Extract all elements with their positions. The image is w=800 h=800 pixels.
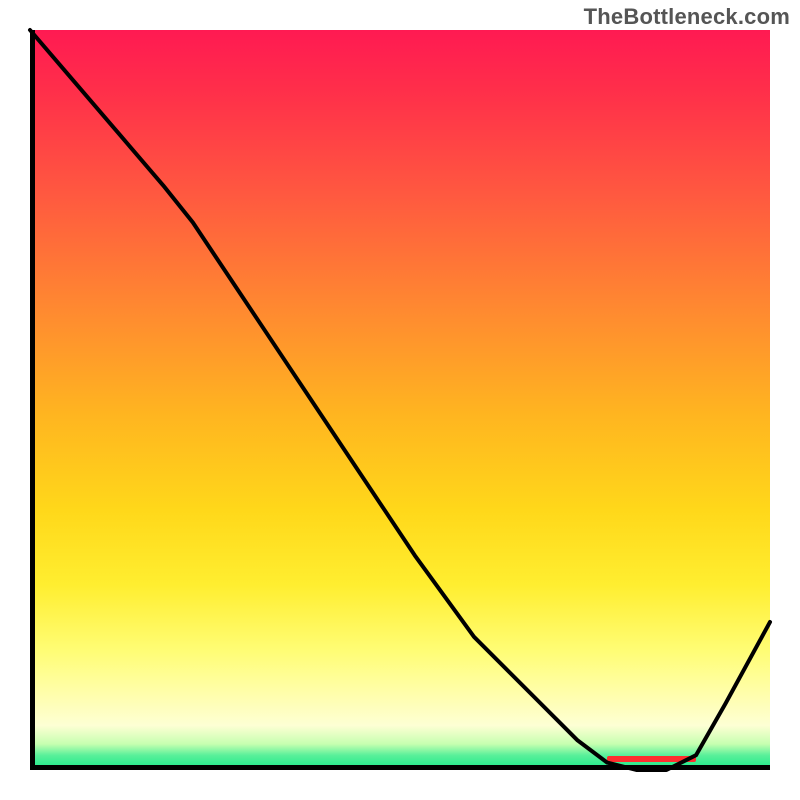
watermark-text: TheBottleneck.com bbox=[584, 4, 790, 30]
chart-stage: TheBottleneck.com bbox=[0, 0, 800, 800]
chart-box bbox=[30, 30, 770, 770]
bottleneck-curve bbox=[30, 30, 770, 770]
axis-x bbox=[30, 765, 770, 770]
axis-y bbox=[30, 30, 35, 770]
curve-path bbox=[30, 30, 770, 770]
